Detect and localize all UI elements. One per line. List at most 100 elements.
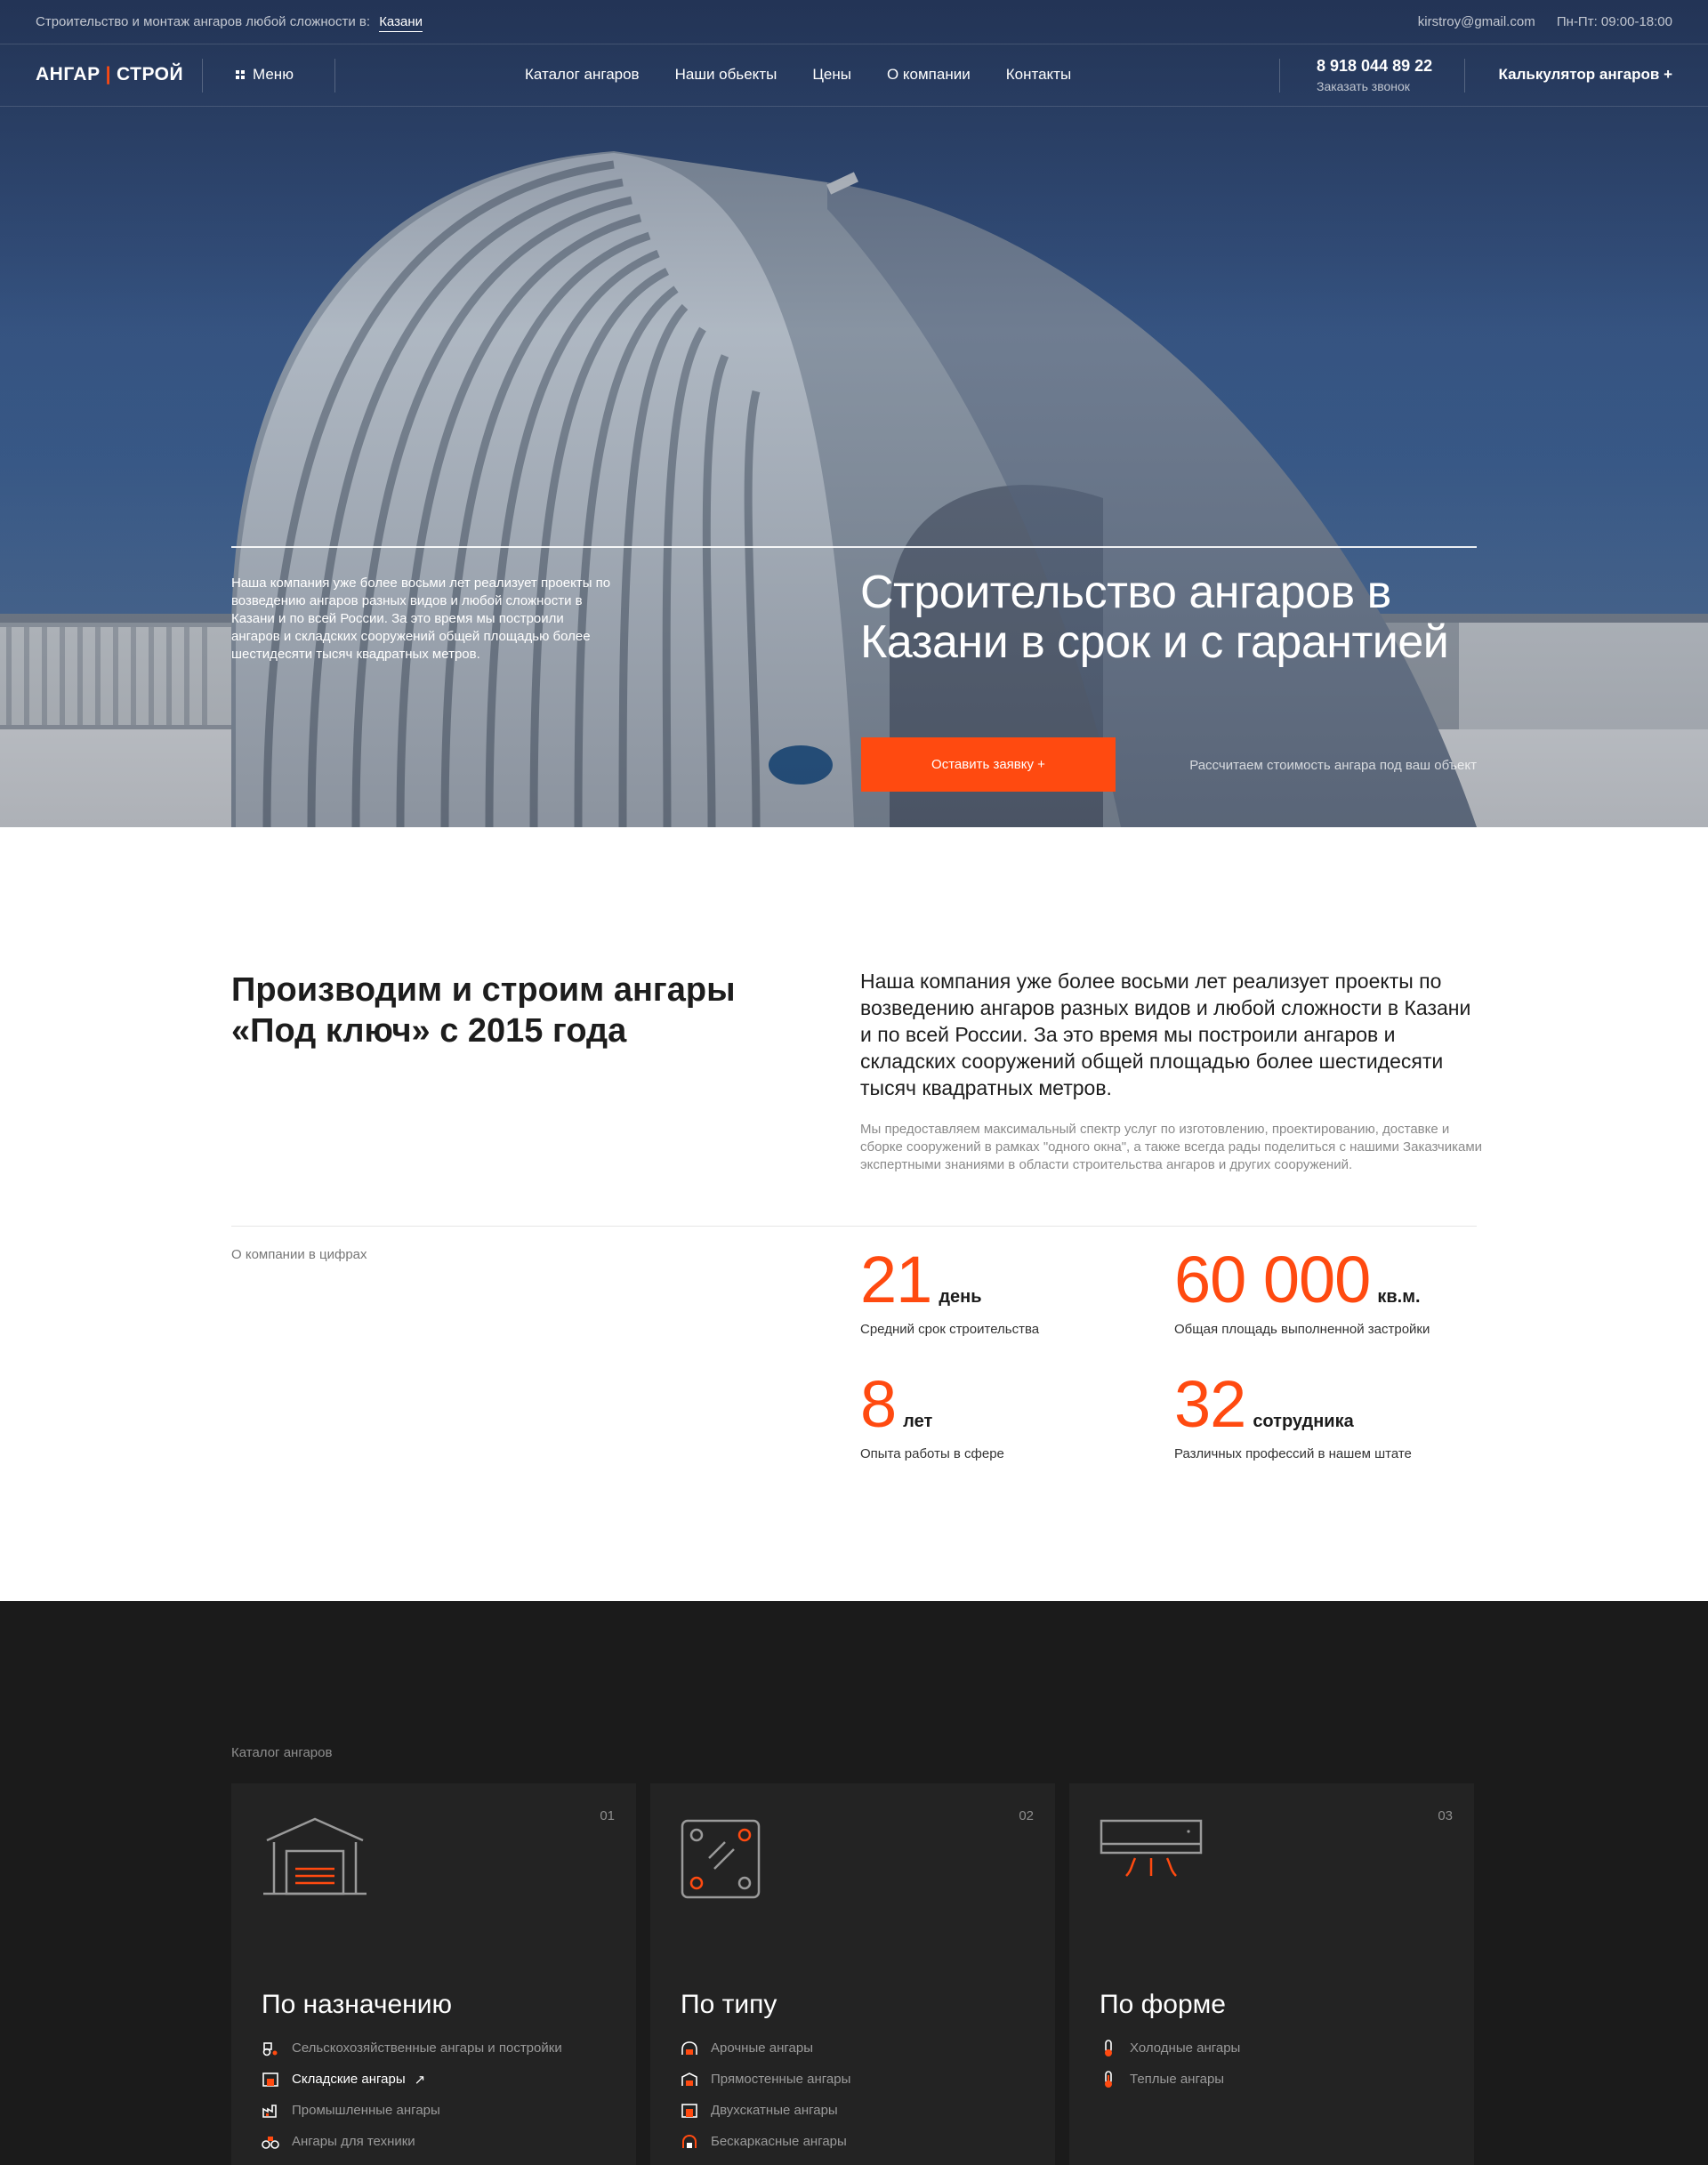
nav-objects[interactable]: Наши обьекты xyxy=(675,66,777,84)
list-item[interactable]: Холодные ангары xyxy=(1100,2032,1240,2064)
list-item[interactable]: Арочные ангары xyxy=(681,2032,850,2064)
card-title: По типу xyxy=(681,1990,777,2019)
stat-item: 8 лет Опыта работы в сфере xyxy=(860,1372,1004,1462)
list-item-label: Ангары для техники xyxy=(292,2134,415,2149)
list-item-label: Сельскохозяйственные ангары и постройки xyxy=(292,2040,562,2056)
list-item[interactable]: Промышленные ангары xyxy=(262,2095,562,2126)
email-link[interactable]: kirstroy@gmail.com xyxy=(1418,14,1535,29)
stat-unit: сотрудника xyxy=(1253,1412,1354,1431)
hero-section: Строительство и монтаж ангаров любой сло… xyxy=(0,0,1708,827)
list-item[interactable]: Складские ангары ↗ xyxy=(262,2064,562,2095)
stat-caption: Опыта работы в сфере xyxy=(860,1446,1004,1461)
stat-item: 60 000 кв.м. Общая площадь выполненной за… xyxy=(1174,1247,1430,1338)
stat-value: 60 000 xyxy=(1174,1243,1371,1316)
arch-icon xyxy=(681,2040,698,2057)
grid-icon xyxy=(236,70,245,79)
stat-value: 8 xyxy=(860,1367,897,1441)
catalog-card-type[interactable]: 02 По типу Арочные ангары Прямостенные а… xyxy=(650,1783,1055,2165)
list-item[interactable]: Прямостенные ангары xyxy=(681,2064,850,2095)
logo-left: АНГАР xyxy=(36,64,101,85)
nav-catalog[interactable]: Каталог ангаров xyxy=(525,66,640,84)
tagline-text: Строительство и монтаж ангаров любой сло… xyxy=(36,14,371,29)
list-item[interactable]: Сельскохозяйственные ангары и постройки xyxy=(262,2032,562,2064)
card-index: 01 xyxy=(600,1808,615,1823)
divider xyxy=(1279,59,1280,93)
main-header: АНГАР | СТРОЙ Меню Каталог ангаров Наши об… xyxy=(0,44,1708,107)
nav-about[interactable]: О компании xyxy=(887,66,971,84)
machinery-icon xyxy=(262,2133,279,2151)
stat-caption: Различных профессий в нашем штате xyxy=(1174,1446,1412,1461)
catalog-card-purpose[interactable]: 01 По назначению Сельскохозяйственные ан… xyxy=(231,1783,636,2165)
phone-number[interactable]: 8 918 044 89 22 xyxy=(1317,57,1432,76)
panel-icon xyxy=(681,1819,761,1899)
card-list: Холодные ангары Теплые ангары xyxy=(1100,2032,1240,2095)
tractor-icon xyxy=(262,2040,279,2057)
garage-icon xyxy=(263,1817,367,1895)
card-list: Сельскохозяйственные ангары и постройки … xyxy=(262,2032,562,2157)
list-item-label: Холодные ангары xyxy=(1130,2040,1241,2056)
phone-block: 8 918 044 89 22 Заказать звонок xyxy=(1317,57,1432,93)
stat-value: 32 xyxy=(1174,1367,1246,1441)
list-item-label: Двухскатные ангары xyxy=(711,2103,838,2118)
list-item[interactable]: Бескаркасные ангары xyxy=(681,2126,850,2157)
arrow-up-right-icon: ↗ xyxy=(414,2072,426,2088)
list-item[interactable]: Ангары для техники xyxy=(262,2126,562,2157)
catalog-card-shape[interactable]: 03 По форме Холодные ангары Теплые ангар… xyxy=(1069,1783,1474,2165)
logo[interactable]: АНГАР | СТРОЙ xyxy=(36,64,183,85)
callback-link[interactable]: Заказать звонок xyxy=(1317,79,1432,93)
hero-title: Строительство ангаров в Казани в срок и … xyxy=(860,567,1449,668)
stat-unit: кв.м. xyxy=(1377,1287,1421,1307)
catalog-label: Каталог ангаров xyxy=(231,1745,333,1760)
card-index: 02 xyxy=(1019,1808,1034,1823)
about-details: Мы предоставляем максимальный спектр усл… xyxy=(860,1122,1483,1172)
frameless-icon xyxy=(681,2133,698,2151)
contact-info: kirstroy@gmail.com Пн-Пт: 09:00-18:00 xyxy=(1400,14,1672,29)
stat-unit: лет xyxy=(903,1412,933,1431)
list-item-label: Складские ангары xyxy=(292,2072,406,2087)
warehouse-icon xyxy=(262,2071,279,2089)
list-item[interactable]: Теплые ангары xyxy=(1100,2064,1240,2095)
list-item-label: Теплые ангары xyxy=(1130,2072,1225,2087)
thermometer-warm-icon xyxy=(1100,2070,1117,2089)
card-index: 03 xyxy=(1438,1808,1453,1823)
nav-prices[interactable]: Цены xyxy=(812,66,851,84)
nav-contacts[interactable]: Контакты xyxy=(1006,66,1071,84)
stat-item: 32 сотрудника Различных профессий в нашем… xyxy=(1174,1372,1412,1462)
gable-icon xyxy=(681,2102,698,2120)
hero-note: Рассчитаем стоимость ангара под ваш объе… xyxy=(1189,758,1477,773)
stat-item: 21 день Средний срок строительства xyxy=(860,1247,1040,1338)
logo-right: СТРОЙ xyxy=(116,64,184,85)
work-hours: Пн-Пт: 09:00-18:00 xyxy=(1556,14,1672,29)
divider xyxy=(202,59,203,93)
stat-caption: Средний срок строительства xyxy=(860,1322,1040,1337)
factory-icon xyxy=(262,2102,279,2120)
divider xyxy=(334,59,335,93)
logo-separator: | xyxy=(105,64,111,85)
catalog-section: Каталог ангаров 01 По назначению Сельско… xyxy=(0,1601,1708,2165)
divider xyxy=(1464,59,1465,93)
stat-unit: день xyxy=(939,1287,982,1307)
air-conditioner-icon xyxy=(1100,1819,1203,1877)
stat-caption: Общая площадь выполненной застройки xyxy=(1174,1322,1430,1337)
thermometer-cold-icon xyxy=(1100,2039,1117,2057)
calculator-button[interactable]: Калькулятор ангаров + xyxy=(1499,66,1672,84)
hero-overlay xyxy=(0,0,1708,827)
menu-button[interactable]: Меню xyxy=(236,66,294,84)
top-info-bar: Строительство и монтаж ангаров любой сло… xyxy=(0,0,1708,44)
menu-label: Меню xyxy=(253,66,294,83)
stat-value: 21 xyxy=(860,1243,932,1316)
list-item-label: Арочные ангары xyxy=(711,2040,813,2056)
main-nav: Каталог ангаров Наши обьекты Цены О комп… xyxy=(525,66,1071,84)
list-item-label: Прямостенные ангары xyxy=(711,2072,851,2087)
request-button[interactable]: Оставить заявку + xyxy=(861,737,1116,792)
about-lead: Наша компания уже более восьми лет реали… xyxy=(860,970,1471,1099)
hero-description: Наша компания уже более восьми лет реали… xyxy=(231,575,611,662)
tagline: Строительство и монтаж ангаров любой сло… xyxy=(36,14,423,32)
city-selector[interactable]: Казани xyxy=(379,14,423,32)
list-item[interactable]: Двухскатные ангары xyxy=(681,2095,850,2126)
section-divider xyxy=(231,1226,1477,1227)
stats-label: О компании в цифрах xyxy=(231,1247,367,1262)
hero-divider xyxy=(231,546,1477,548)
card-title: По назначению xyxy=(262,1990,452,2019)
list-item-label: Бескаркасные ангары xyxy=(711,2134,847,2149)
